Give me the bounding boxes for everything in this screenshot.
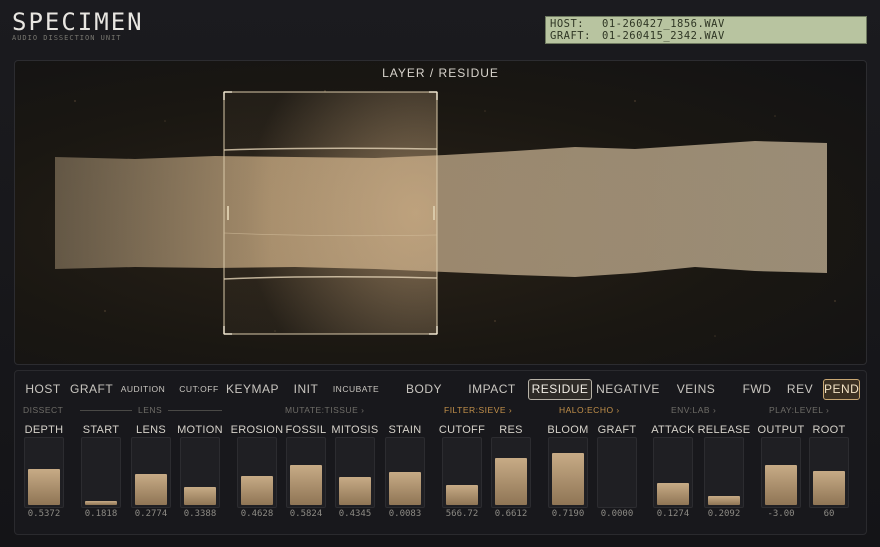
param-value-attack: 0.1274 [656, 509, 690, 519]
section-rule-left [80, 410, 132, 411]
param-value-graft: 0.0000 [600, 509, 634, 519]
param-value-lens: 0.2774 [134, 509, 168, 519]
param-slider-release[interactable] [704, 437, 744, 508]
param-slider-start[interactable] [81, 437, 121, 508]
graft-button[interactable]: GRAFT [70, 379, 113, 400]
pend-button[interactable]: PEND [823, 379, 860, 400]
section-play[interactable]: PLAY:LEVEL › [769, 405, 829, 415]
param-label-res: RES [499, 424, 523, 436]
param-slider-fill [657, 483, 689, 505]
param-value-start: 0.1818 [84, 509, 118, 519]
param-label-graft: GRAFT [597, 424, 637, 436]
param-slider-motion[interactable] [180, 437, 220, 508]
param-value-fossil: 0.5824 [289, 509, 323, 519]
host-button[interactable]: HOST [24, 379, 62, 400]
param-value-root: 60 [823, 509, 835, 519]
body-button[interactable]: BODY [403, 379, 445, 400]
section-halo[interactable]: HALO:ECHO › [559, 405, 620, 415]
param-slider-fossil[interactable] [286, 437, 326, 508]
param-slider-graft[interactable] [597, 437, 637, 508]
param-slider-fill [184, 487, 216, 505]
host-file-name: 01-260427_1856.WAV [602, 18, 725, 30]
brand: SPECIMEN AUDIO DISSECTION UNIT [12, 8, 144, 42]
param-slider-fill [708, 496, 740, 505]
param-value-release: 0.2092 [707, 509, 741, 519]
param-slider-bloom[interactable] [548, 437, 588, 508]
waveform-viewport[interactable]: LAYER / RESIDUE [14, 60, 867, 365]
host-file-key: HOST: [550, 18, 585, 30]
graft-file-key: GRAFT: [550, 30, 591, 42]
param-slider-res[interactable] [491, 437, 531, 508]
param-label-release: RELEASE [697, 424, 751, 436]
param-slider-depth[interactable] [24, 437, 64, 508]
param-label-stain: STAIN [388, 424, 422, 436]
param-slider-stain[interactable] [385, 437, 425, 508]
graft-file-row: GRAFT: 01-260415_2342.WAV [550, 30, 862, 42]
param-value-cutoff: 566.72 [445, 509, 479, 519]
param-slider-fill [765, 465, 797, 505]
param-slider-fill [241, 476, 273, 505]
param-value-bloom: 0.7190 [551, 509, 585, 519]
param-value-res: 0.6612 [494, 509, 528, 519]
impact-button[interactable]: IMPACT [466, 379, 518, 400]
param-slider-fill [813, 471, 845, 505]
param-value-output: -3.00 [767, 509, 795, 519]
param-slider-fill [290, 465, 322, 505]
waveform-shape [55, 141, 827, 277]
param-value-motion: 0.3388 [183, 509, 217, 519]
param-slider-fill [552, 453, 584, 505]
section-dissect: DISSECT [23, 405, 64, 415]
param-slider-fill [389, 472, 421, 505]
graft-file-name: 01-260415_2342.WAV [602, 30, 725, 42]
section-mutate[interactable]: MUTATE:TISSUE › [285, 405, 364, 415]
init-button[interactable]: INIT [287, 379, 325, 400]
section-rule-right [168, 410, 222, 411]
param-value-depth: 0.5372 [27, 509, 61, 519]
incubate-button[interactable]: INCUBATE [330, 379, 382, 400]
audition-button[interactable]: AUDITION [117, 379, 169, 400]
selection-region [223, 91, 438, 335]
section-env[interactable]: ENV:LAB › [671, 405, 716, 415]
param-label-motion: MOTION [177, 424, 223, 436]
app-title: SPECIMEN [12, 8, 144, 36]
cutoff-button[interactable]: CUT:OFF [176, 379, 222, 400]
waveform-display [55, 90, 836, 337]
param-value-erosion: 0.4628 [240, 509, 274, 519]
param-value-mitosis: 0.4345 [338, 509, 372, 519]
param-slider-fill [85, 501, 117, 505]
param-value-stain: 0.0083 [388, 509, 422, 519]
param-label-root: ROOT [812, 424, 846, 436]
host-file-row: HOST: 01-260427_1856.WAV [550, 18, 862, 30]
plugin-window: SPECIMEN AUDIO DISSECTION UNIT HOST: 01-2… [0, 0, 880, 547]
viewport-title: LAYER / RESIDUE [382, 66, 499, 80]
param-slider-attack[interactable] [653, 437, 693, 508]
veins-button[interactable]: VEINS [672, 379, 720, 400]
keymap-button[interactable]: KEYMAP [226, 379, 279, 400]
param-label-depth: DEPTH [24, 424, 64, 436]
param-slider-lens[interactable] [131, 437, 171, 508]
param-slider-erosion[interactable] [237, 437, 277, 508]
param-slider-fill [135, 474, 167, 505]
param-slider-root[interactable] [809, 437, 849, 508]
fwd-button[interactable]: FWD [740, 379, 774, 400]
negative-button[interactable]: NEGATIVE [596, 379, 660, 400]
rev-button[interactable]: REV [784, 379, 816, 400]
section-lens: LENS [138, 405, 163, 415]
param-slider-fill [446, 485, 478, 505]
file-display: HOST: 01-260427_1856.WAV GRAFT: 01-260415_… [545, 16, 867, 44]
param-slider-output[interactable] [761, 437, 801, 508]
section-filter[interactable]: FILTER:SIEVE › [444, 405, 512, 415]
residue-button[interactable]: RESIDUE [528, 379, 592, 400]
param-slider-mitosis[interactable] [335, 437, 375, 508]
param-slider-cutoff[interactable] [442, 437, 482, 508]
param-slider-fill [495, 458, 527, 505]
param-slider-fill [339, 477, 371, 505]
param-slider-fill [28, 469, 60, 505]
